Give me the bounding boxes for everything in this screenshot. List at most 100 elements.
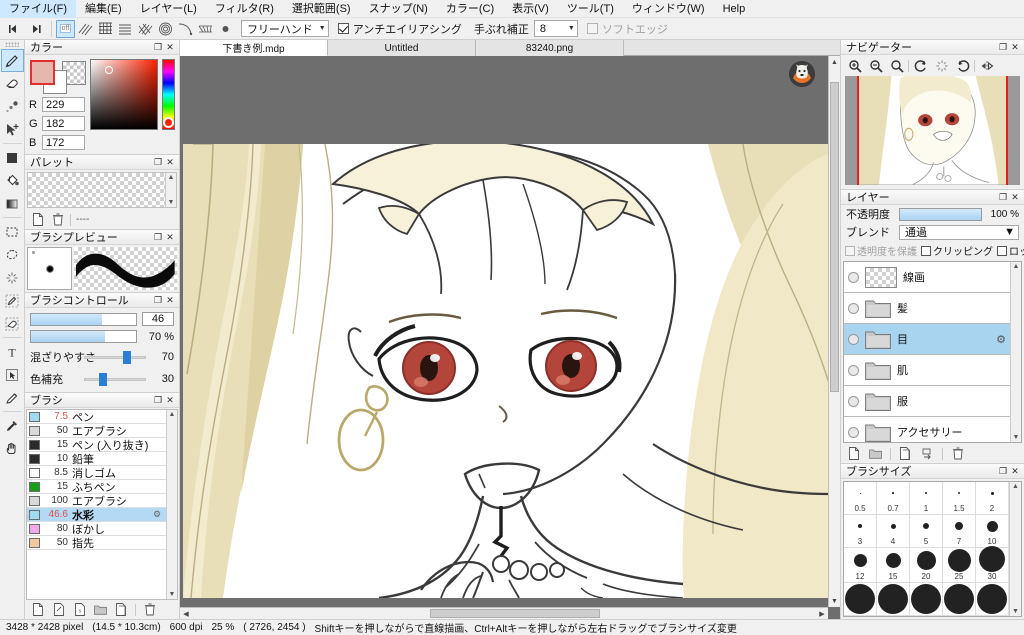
navigator-thumbnail[interactable] xyxy=(845,76,1020,185)
merge-layer-icon[interactable] xyxy=(920,446,935,461)
brush-size-cell[interactable]: 0.7 xyxy=(877,482,910,515)
canvas-vertical-scrollbar[interactable]: ▲ ▼ xyxy=(828,56,840,607)
tool-gradient[interactable] xyxy=(1,192,24,215)
stabilizer-select[interactable]: 8 ▼ xyxy=(533,20,578,37)
rotate-right-icon[interactable] xyxy=(953,56,972,75)
brush-list-scroll[interactable]: 7.5 ペン 50 エアブラシ 15 ペン (入り抜き) 10 鉛筆 8.5 消しゴム 15 ふちペン… xyxy=(26,409,178,600)
scroll-down-icon[interactable]: ▼ xyxy=(1013,433,1020,442)
snap-curve-icon[interactable] xyxy=(176,20,195,38)
scroll-down-icon[interactable]: ▼ xyxy=(168,198,175,207)
brush-size-cell[interactable] xyxy=(910,583,943,616)
zoom-in-icon[interactable] xyxy=(845,56,864,75)
delete-brush-icon[interactable] xyxy=(142,602,157,617)
menu-file[interactable]: ファイル(F) xyxy=(0,0,77,18)
snap-perspective-icon[interactable] xyxy=(196,20,215,38)
close-icon[interactable]: ✕ xyxy=(164,294,176,306)
layer-list-item[interactable]: 目 ⚙ xyxy=(844,324,1010,355)
rotate-reset-icon[interactable] xyxy=(932,56,951,75)
scroll-up-icon[interactable]: ▲ xyxy=(829,56,840,68)
canvas-vscroll-thumb[interactable] xyxy=(830,82,839,392)
brush-size-scrollbar[interactable]: ▲ ▼ xyxy=(1009,482,1021,616)
lock-checkbox[interactable]: ロック xyxy=(997,243,1024,258)
menu-view[interactable]: 表示(V) xyxy=(503,0,558,18)
tab-document-1[interactable]: Untitled xyxy=(328,40,476,56)
snap-grid-icon[interactable] xyxy=(96,20,115,38)
menu-window[interactable]: ウィンドウ(W) xyxy=(623,0,714,18)
scroll-up-icon[interactable]: ▲ xyxy=(169,410,176,419)
layer-list-item[interactable]: アクセサリー xyxy=(844,417,1010,442)
blend-mode-select[interactable]: 通過 ▼ xyxy=(899,224,1019,240)
layer-list-item[interactable]: 服 xyxy=(844,386,1010,417)
brush-size-cell[interactable] xyxy=(943,583,976,616)
tool-brush-alt[interactable] xyxy=(1,386,24,409)
shape-mode-select[interactable]: フリーハンド ▼ xyxy=(241,20,329,37)
layer-list-item[interactable]: 肌 xyxy=(844,355,1010,386)
palette-scrollbar[interactable]: ▲ ▼ xyxy=(165,173,176,207)
tool-bucket[interactable] xyxy=(1,169,24,192)
layer-list-scrollbar[interactable]: ▲ ▼ xyxy=(1010,262,1021,442)
tool-eyedropper[interactable] xyxy=(1,414,24,437)
undock-icon[interactable]: ❐ xyxy=(152,231,164,243)
undock-icon[interactable]: ❐ xyxy=(152,394,164,406)
brush-size-slider[interactable] xyxy=(30,312,137,326)
zoom-out-icon[interactable] xyxy=(866,56,885,75)
brush-size-cell[interactable]: 30 xyxy=(976,546,1009,583)
toolstrip-grip[interactable] xyxy=(5,42,19,47)
blue-input[interactable]: 172 xyxy=(42,135,85,150)
close-icon[interactable]: ✕ xyxy=(1009,41,1021,53)
scroll-down-icon[interactable]: ▼ xyxy=(169,590,176,599)
scroll-down-icon[interactable]: ▼ xyxy=(829,595,840,607)
layer-list-item[interactable]: 髪 xyxy=(844,293,1010,324)
brush-size-cell[interactable]: 25 xyxy=(943,548,976,583)
add-brush-icon[interactable] xyxy=(30,602,45,617)
scroll-left-icon[interactable]: ◀ xyxy=(180,608,192,619)
snap-crosshatch-icon[interactable] xyxy=(136,20,155,38)
rotate-left-icon[interactable] xyxy=(911,56,930,75)
lock-alpha-checkbox[interactable]: 透明度を保護 xyxy=(845,243,917,258)
edit-brush-icon[interactable] xyxy=(51,602,66,617)
close-icon[interactable]: ✕ xyxy=(164,41,176,53)
nav-prev-button[interactable] xyxy=(3,19,25,39)
undock-icon[interactable]: ❐ xyxy=(997,191,1009,203)
tool-operation[interactable] xyxy=(1,363,24,386)
tool-magic-wand[interactable] xyxy=(1,266,24,289)
brush-size-cell[interactable]: 1.5 xyxy=(943,482,976,515)
brush-size-cell[interactable] xyxy=(976,583,1009,616)
menu-tool[interactable]: ツール(T) xyxy=(558,0,623,18)
hue-slider[interactable] xyxy=(162,59,175,130)
layer-visibility-icon[interactable] xyxy=(848,333,859,345)
brush-size-cell[interactable]: 10 xyxy=(976,515,1009,548)
layer-list-item[interactable]: 線画 xyxy=(844,262,1010,293)
delete-palette-icon[interactable] xyxy=(50,212,65,227)
brush-size-value[interactable]: 46 xyxy=(142,312,174,326)
duplicate-layer-icon[interactable] xyxy=(898,446,913,461)
tool-move-select[interactable] xyxy=(1,118,24,141)
snap-point-icon[interactable] xyxy=(216,20,235,38)
snap-radial-icon[interactable] xyxy=(156,20,175,38)
clipping-checkbox[interactable]: クリッピング xyxy=(921,243,993,258)
scroll-up-icon[interactable]: ▲ xyxy=(168,173,175,182)
brush-size-grid-container[interactable]: 0.5 0.7 1 1.5 2 3 4 5 7 10 12 15 20 25 30 ▲ ▼ xyxy=(843,481,1022,617)
green-input[interactable]: 182 xyxy=(42,116,85,131)
antialias-checkbox[interactable]: アンチエイリアシング xyxy=(337,21,462,37)
layer-list-container[interactable]: 線画髪目 ⚙ 肌服アクセサリー ▲ ▼ xyxy=(843,261,1022,443)
delete-layer-icon[interactable] xyxy=(950,446,965,461)
softedge-checkbox[interactable]: ソフトエッジ xyxy=(586,21,668,37)
menu-help[interactable]: Help xyxy=(714,0,755,18)
red-input[interactable]: 229 xyxy=(42,97,85,112)
palette-swatch-area[interactable]: ▲ ▼ xyxy=(27,172,177,208)
snap-off-icon[interactable]: off xyxy=(56,19,75,38)
brush-size-cell[interactable]: 15 xyxy=(877,548,910,583)
close-icon[interactable]: ✕ xyxy=(164,394,176,406)
undock-icon[interactable]: ❐ xyxy=(997,41,1009,53)
scroll-up-icon[interactable]: ▲ xyxy=(1013,262,1020,271)
brush-size-cell[interactable]: 20 xyxy=(910,548,943,583)
mascot-avatar[interactable] xyxy=(789,61,815,87)
brush-size-cell[interactable]: 3 xyxy=(844,515,877,548)
close-icon[interactable]: ✕ xyxy=(1009,465,1021,477)
tool-hand[interactable] xyxy=(1,437,24,460)
brush-size-cell[interactable]: 5 xyxy=(910,515,943,548)
brush-size-cell[interactable] xyxy=(844,583,877,616)
flip-horizontal-icon[interactable] xyxy=(977,56,996,75)
menu-snap[interactable]: スナップ(N) xyxy=(360,0,437,18)
